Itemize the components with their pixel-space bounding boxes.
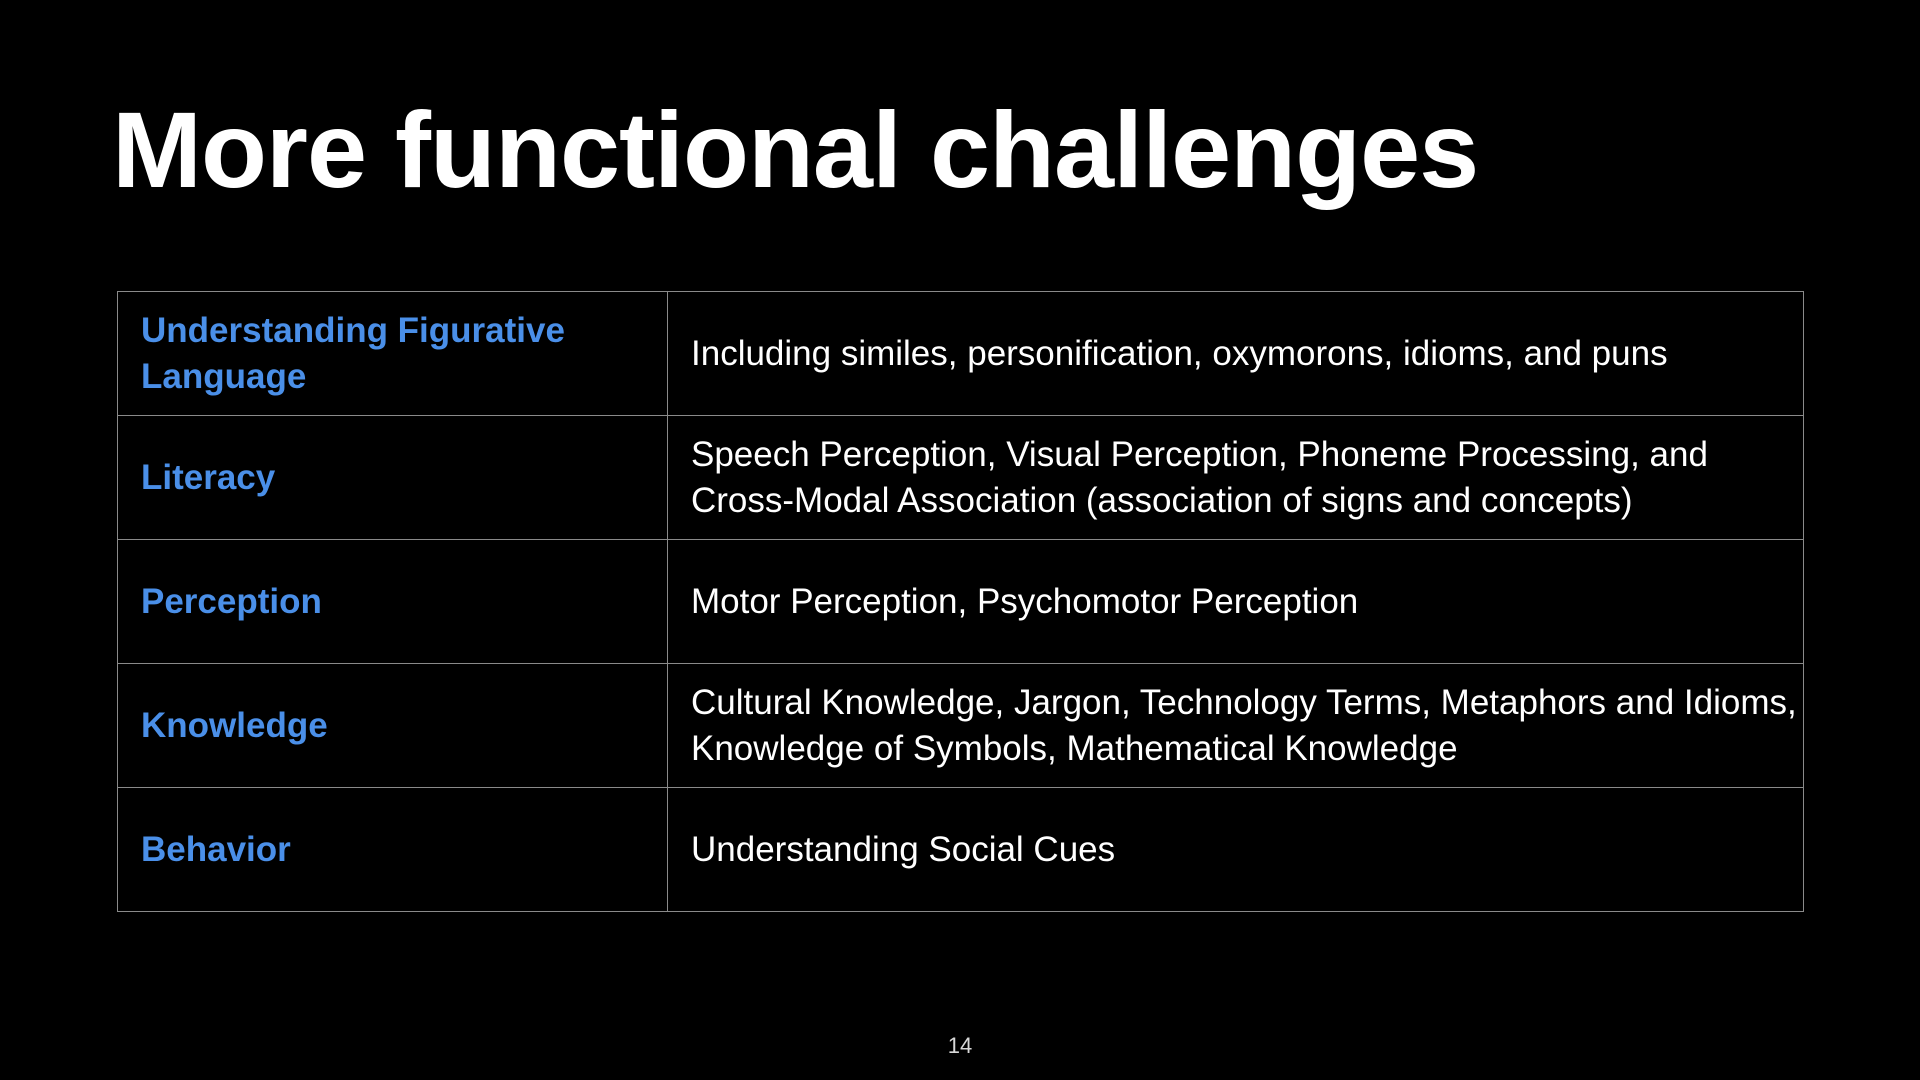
category-cell: Perception [117,539,668,664]
table-row: Knowledge Cultural Knowledge, Jargon, Te… [117,663,1804,788]
slide-title: More functional challenges [112,89,1479,210]
table-row: Literacy Speech Perception, Visual Perce… [117,415,1804,540]
description-cell: Understanding Social Cues [667,787,1804,912]
category-cell: Behavior [117,787,668,912]
category-cell: Literacy [117,415,668,540]
table-row: Perception Motor Perception, Psychomotor… [117,539,1804,664]
category-cell: Understanding Figurative Language [117,291,668,416]
category-cell: Knowledge [117,663,668,788]
description-cell: Including similes, personification, oxym… [667,291,1804,416]
table-row: Understanding Figurative Language Includ… [117,291,1804,416]
page-number: 14 [947,1033,973,1058]
challenges-table: Understanding Figurative Language Includ… [117,291,1804,912]
description-cell: Cultural Knowledge, Jargon, Technology T… [667,663,1804,788]
description-cell: Motor Perception, Psychomotor Perception [667,539,1804,664]
description-cell: Speech Perception, Visual Perception, Ph… [667,415,1804,540]
table-row: Behavior Understanding Social Cues [117,787,1804,912]
